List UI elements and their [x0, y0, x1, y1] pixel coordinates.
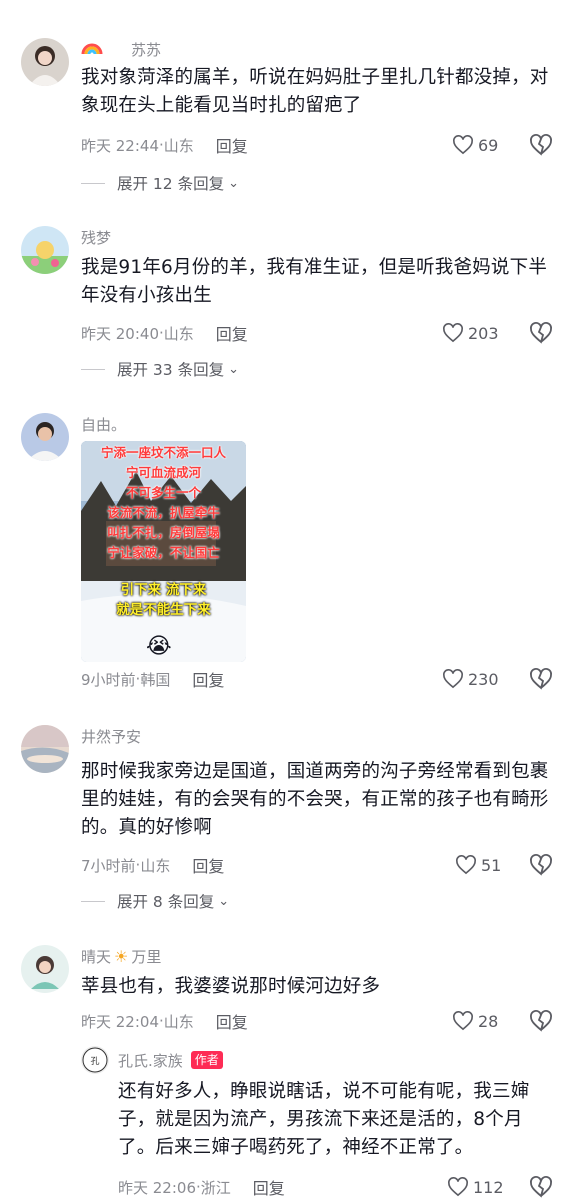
chevron-down-icon: ⌄ [228, 361, 239, 377]
comment-text: 我是91年6月份的羊，我有准生证，但是听我爸妈说下半年没有小孩出生 [81, 257, 548, 306]
reply-button[interactable]: 回复 [216, 321, 248, 345]
username[interactable]: 孔氏.家族 [118, 1050, 183, 1071]
avatar[interactable] [21, 945, 69, 993]
comment-meta: 7小时前 · 山东 回复 [81, 854, 224, 876]
comment-location: 山东 [163, 1012, 194, 1031]
heart-outline-icon [453, 1011, 473, 1031]
avatar[interactable]: 孔 [81, 1046, 109, 1074]
username[interactable]: 万里 [131, 946, 161, 967]
like-count: 112 [473, 1177, 504, 1197]
dislike-button[interactable] [529, 321, 553, 345]
comment-text: 那时候我家旁边是国道，国道两旁的沟子旁经常看到包裹里的娃娃，有的会哭有的不会哭，… [81, 761, 549, 838]
like-button[interactable]: 112 [447, 1174, 504, 1200]
heart-outline-icon [453, 135, 473, 155]
image-caption-line: 不可多生一个 [125, 485, 201, 500]
reply-button[interactable]: 回复 [253, 1175, 285, 1199]
image-caption-line: 叫扎不扎，房倒屋塌 [107, 525, 220, 540]
comment-time: 昨天 20:40 [81, 324, 159, 343]
broken-heart-icon [530, 1176, 552, 1198]
username[interactable]: 晴天 [81, 946, 111, 967]
comment-time: 7小时前 [81, 856, 136, 875]
reply-meta: 昨天 22:06 · 浙江 回复 [118, 1176, 285, 1198]
dislike-button[interactable] [529, 1009, 553, 1033]
like-count: 203 [468, 323, 499, 343]
avatar[interactable] [21, 226, 69, 274]
username-line: 孔氏.家族 作者 [118, 1049, 223, 1071]
chevron-down-icon: ⌄ [228, 175, 239, 191]
svg-text:孔: 孔 [90, 1056, 99, 1067]
like-count: 69 [478, 135, 499, 155]
broken-heart-icon [530, 854, 552, 876]
image-caption-line: 宁添一座坟不添一口人 [100, 445, 226, 460]
reply-button[interactable]: 回复 [216, 133, 248, 157]
comment-meta: 昨天 22:44 · 山东 回复 [81, 134, 248, 156]
heart-outline-icon [448, 1177, 468, 1197]
chevron-down-icon: ⌄ [218, 893, 230, 909]
broken-heart-icon [530, 1010, 552, 1032]
comment-time: 昨天 22:04 [81, 1012, 159, 1031]
broken-heart-icon [530, 134, 552, 156]
dislike-button[interactable] [529, 853, 553, 877]
like-button[interactable]: 69 [452, 132, 498, 158]
like-button[interactable]: 230 [442, 666, 499, 692]
comment-time: 昨天 22:44 [81, 136, 159, 155]
reply-button[interactable]: 回复 [216, 1009, 248, 1033]
expand-replies-button[interactable]: 展开 8 条回复 ⌄ [81, 890, 229, 912]
expand-replies-button[interactable]: 展开 33 条回复 ⌄ [81, 358, 239, 380]
username-line: 残梦 [81, 226, 111, 248]
image-caption-line: 宁让家破，不让国亡 [107, 545, 220, 560]
sun-emoji-icon: ☀ [114, 946, 129, 966]
comment-text: 莘县也有，我婆婆说那时候河边好多 [81, 976, 381, 997]
like-button[interactable]: 51 [455, 852, 501, 878]
dislike-button[interactable] [529, 133, 553, 157]
comment-location: 山东 [163, 324, 194, 343]
broken-heart-icon [530, 322, 552, 344]
username-line: 井然予安 [81, 725, 141, 747]
reply-button[interactable]: 回复 [192, 667, 224, 691]
username-line: 苏苏 [81, 38, 161, 60]
reply-text: 还有好多人，睁眼说瞎话，说不可能有呢，我三婶子，就是因为流产，男孩流下来还是活的… [118, 1081, 530, 1158]
like-count: 51 [481, 855, 502, 875]
comment-text: 我对象菏泽的属羊，听说在妈妈肚子里扎几针都没掉，对象现在头上能看见当时扎的留疤了 [81, 67, 549, 116]
comment-location: 韩国 [140, 670, 171, 689]
avatar[interactable] [21, 413, 69, 461]
comment-image[interactable]: 宁添一座坟不添一口人 宁可血流成河 不可多生一个 该流不流，扒屋牵牛 叫扎不扎，… [81, 441, 246, 662]
dislike-button[interactable] [529, 667, 553, 691]
username[interactable]: 苏苏 [131, 39, 161, 60]
username-line: 晴天 ☀ 万里 [81, 945, 161, 967]
heart-outline-icon [456, 855, 476, 875]
reply-button[interactable]: 回复 [192, 853, 224, 877]
like-count: 230 [468, 669, 499, 689]
avatar[interactable] [21, 725, 69, 773]
author-badge: 作者 [190, 1051, 223, 1069]
username-line: 自由。 [81, 413, 126, 435]
comment-meta: 9小时前 · 韩国 回复 [81, 668, 224, 690]
heart-outline-icon [443, 669, 463, 689]
image-caption-line: 宁可血流成河 [125, 465, 201, 480]
like-button[interactable]: 28 [452, 1008, 498, 1034]
reply-location: 浙江 [200, 1178, 231, 1197]
expand-replies-button[interactable]: 展开 12 条回复 ⌄ [81, 172, 239, 194]
image-caption-line: 就是不能生下来 [116, 602, 211, 618]
avatar[interactable] [21, 38, 69, 86]
broken-heart-icon [530, 668, 552, 690]
comment-location: 山东 [140, 856, 171, 875]
reply-time: 昨天 22:06 [118, 1178, 196, 1197]
rainbow-emoji-icon [81, 39, 103, 59]
heart-outline-icon [443, 323, 463, 343]
crying-emoji-icon: 😭 [146, 634, 172, 659]
comment-meta: 昨天 22:04 · 山东 回复 [81, 1010, 248, 1032]
comment-meta: 昨天 20:40 · 山东 回复 [81, 322, 248, 344]
comment-time: 9小时前 [81, 670, 136, 689]
dislike-button[interactable] [529, 1175, 553, 1199]
like-count: 28 [478, 1011, 499, 1031]
username[interactable]: 自由。 [81, 414, 126, 435]
username[interactable]: 井然予安 [81, 726, 141, 747]
like-button[interactable]: 203 [442, 320, 499, 346]
comment-location: 山东 [163, 136, 194, 155]
username[interactable]: 残梦 [81, 227, 111, 248]
image-caption-line: 引下来 流下来 [120, 582, 207, 598]
image-caption-line: 该流不流，扒屋牵牛 [107, 505, 220, 520]
